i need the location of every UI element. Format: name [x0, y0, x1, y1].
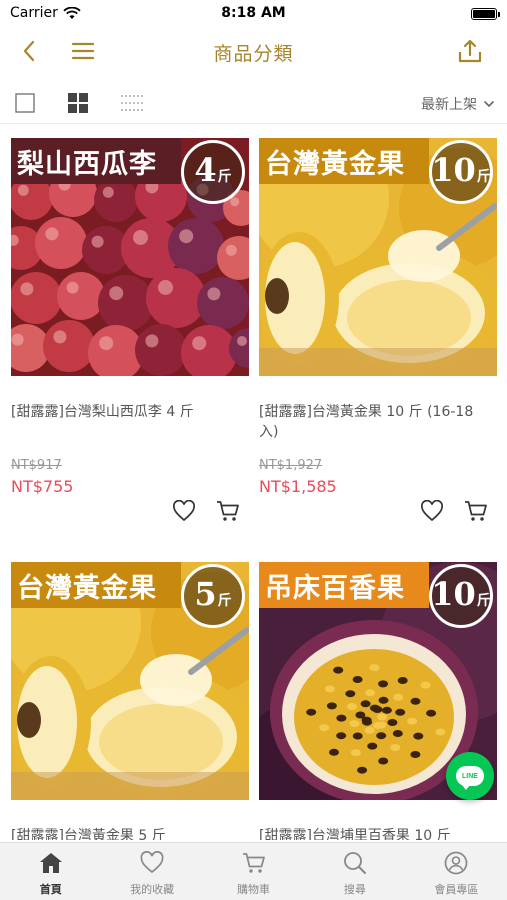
status-time: 8:18 AM — [221, 5, 286, 21]
weight-number: 4 — [194, 151, 217, 189]
banner-text: 吊床百香果 — [265, 572, 405, 604]
tab-label: 會員專區 — [434, 883, 479, 896]
product-actions — [420, 500, 488, 522]
view-toolbar: 最新上架 — [0, 82, 507, 124]
weight-number: 10 — [431, 575, 476, 613]
product-banner: 台灣黃金果 — [11, 562, 181, 608]
tab-label: 首頁 — [39, 883, 62, 896]
tab-cart[interactable]: 購物車 — [203, 843, 304, 900]
weight-badge: 10 斤 — [429, 564, 493, 628]
banner-text: 梨山西瓜李 — [17, 148, 157, 180]
weight-badge: 5斤 — [181, 564, 245, 628]
status-bar: Carrier 8:18 AM — [0, 0, 507, 28]
search-icon — [344, 852, 366, 874]
product-name[interactable]: [甜露露]台灣黃金果 10 斤 (16-18 入) — [259, 402, 497, 446]
sort-dropdown[interactable]: 最新上架 — [421, 94, 495, 114]
home-icon — [39, 853, 62, 873]
heart-icon[interactable] — [172, 500, 196, 522]
weight-unit: 斤 — [217, 169, 232, 185]
battery-icon — [471, 8, 500, 20]
product-image[interactable]: 台灣黃金果 10 斤 — [259, 138, 497, 376]
list-view-button[interactable] — [121, 92, 143, 114]
line-icon: LINE — [456, 766, 484, 790]
share-button[interactable] — [455, 36, 485, 66]
product-banner: 吊床百香果 — [259, 562, 429, 608]
product-banner: 台灣黃金果 — [259, 138, 429, 184]
grid-view-button[interactable] — [67, 92, 89, 114]
weight-number: 5 — [194, 575, 217, 613]
single-view-button[interactable] — [14, 92, 36, 114]
cart-icon[interactable] — [464, 500, 488, 522]
chevron-down-icon — [484, 101, 494, 108]
tab-bar: 首頁 我的收藏 購物車 搜尋 會員專區 — [0, 842, 507, 900]
heart-icon[interactable] — [420, 500, 444, 522]
original-price: NT$1,927 — [259, 458, 323, 473]
product-banner: 梨山西瓜李 — [11, 138, 181, 184]
banner-text: 台灣黃金果 — [265, 148, 405, 180]
product-image[interactable]: 台灣黃金果 5斤 — [11, 562, 249, 800]
list-view-icon — [121, 95, 143, 111]
line-label: LINE — [462, 772, 478, 780]
weight-unit: 斤 — [476, 593, 491, 609]
heart-icon — [140, 851, 164, 874]
battery-level — [473, 10, 495, 18]
product-image[interactable]: 梨山西瓜李 4斤 — [11, 138, 249, 376]
tab-label: 購物車 — [237, 883, 271, 896]
sale-price: NT$1,585 — [259, 477, 337, 496]
product-card[interactable]: 台灣黃金果 5斤 [甜露露]台灣黃金果 5 斤 — [11, 562, 249, 840]
original-price: NT$917 — [11, 458, 62, 473]
sort-label: 最新上架 — [421, 97, 477, 113]
banner-text: 台灣黃金果 — [17, 572, 157, 604]
tab-label: 搜尋 — [343, 883, 366, 896]
weight-number: 10 — [431, 151, 476, 189]
product-card[interactable]: 台灣黃金果 10 斤 [甜露露]台灣黃金果 10 斤 (16-18 入) NT$1… — [259, 138, 497, 496]
product-grid: 梨山西瓜李 4斤 [甜露露]台灣梨山西瓜李 4 斤 NT$917 NT$755 — [0, 128, 507, 840]
sale-price: NT$755 — [11, 477, 74, 496]
product-name[interactable]: [甜露露]台灣黃金果 5 斤 — [11, 826, 249, 840]
page-title: 商品分類 — [213, 43, 294, 65]
product-name[interactable]: [甜露露]台灣梨山西瓜李 4 斤 — [11, 402, 249, 446]
share-icon — [458, 39, 482, 63]
user-icon — [444, 851, 468, 875]
tab-label: 我的收藏 — [130, 883, 175, 896]
cart-icon[interactable] — [216, 500, 240, 522]
product-actions — [172, 500, 240, 522]
line-chat-button[interactable]: LINE — [446, 752, 494, 800]
weight-badge: 4斤 — [181, 140, 245, 204]
cart-icon — [242, 853, 265, 873]
weight-unit: 斤 — [476, 169, 491, 185]
tab-favorites[interactable]: 我的收藏 — [101, 843, 202, 900]
tab-search[interactable]: 搜尋 — [304, 843, 405, 900]
tab-home[interactable]: 首頁 — [0, 843, 101, 900]
navigation-bar: 商品分類 — [0, 30, 507, 74]
weight-badge: 10 斤 — [429, 140, 493, 204]
grid-view-icon — [68, 93, 88, 113]
tab-member[interactable]: 會員專區 — [406, 843, 507, 900]
product-card[interactable]: 梨山西瓜李 4斤 [甜露露]台灣梨山西瓜李 4 斤 NT$917 NT$755 — [11, 138, 249, 496]
single-view-icon — [15, 93, 35, 113]
product-name[interactable]: [甜露露]台灣埔里百香果 10 斤 — [259, 826, 497, 840]
weight-unit: 斤 — [217, 593, 232, 609]
